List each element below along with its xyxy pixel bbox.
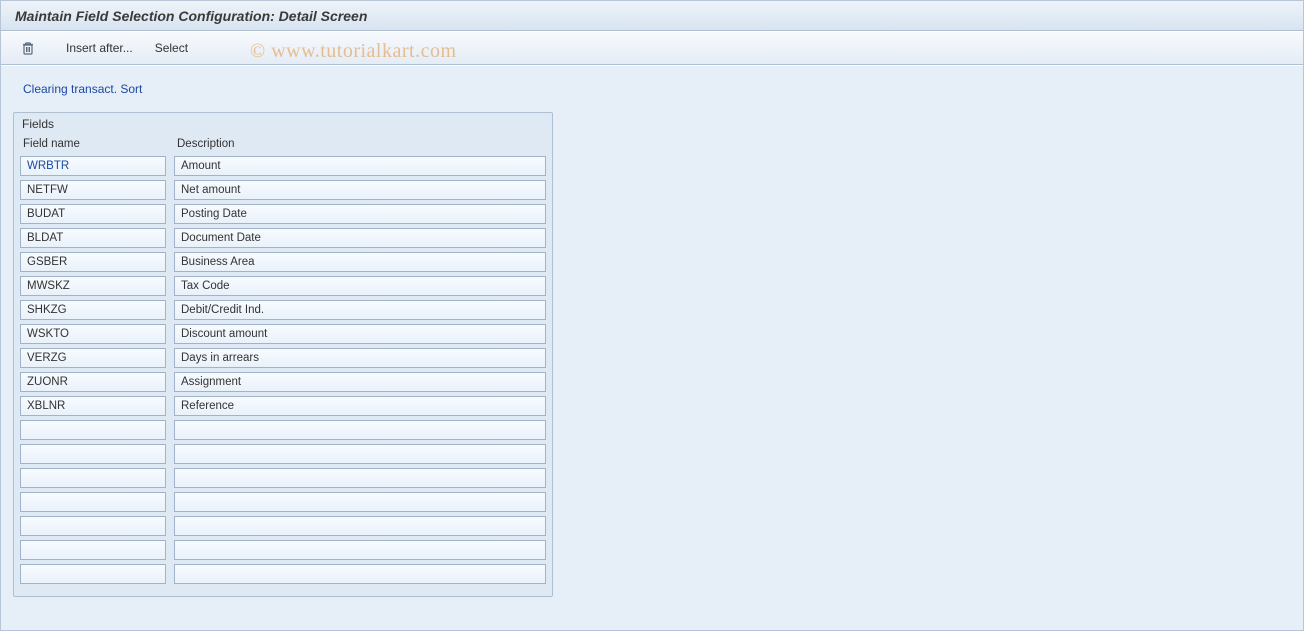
field-name-input[interactable] xyxy=(20,564,166,584)
field-description-input[interactable]: Assignment xyxy=(174,372,546,392)
field-description-input[interactable] xyxy=(174,492,546,512)
field-name-input[interactable] xyxy=(20,492,166,512)
table-row xyxy=(20,540,546,560)
field-name-input[interactable]: GSBER xyxy=(20,252,166,272)
field-description-input[interactable]: Reference xyxy=(174,396,546,416)
field-name-input[interactable]: VERZG xyxy=(20,348,166,368)
grid-body: WRBTR Amount NETFW Net amount BUDAT Posting D… xyxy=(14,156,552,596)
content-area: Clearing transact. Sort Fields Field nam… xyxy=(1,65,1303,630)
field-name-input[interactable]: BLDAT xyxy=(20,228,166,248)
field-description-input[interactable]: Posting Date xyxy=(174,204,546,224)
field-name-input[interactable]: NETFW xyxy=(20,180,166,200)
app-window: Maintain Field Selection Configuration: … xyxy=(0,0,1304,631)
title-bar: Maintain Field Selection Configuration: … xyxy=(1,1,1303,31)
field-name-input[interactable]: MWSKZ xyxy=(20,276,166,296)
trash-icon xyxy=(20,40,36,56)
table-row: BLDAT Document Date xyxy=(20,228,546,248)
insert-after-button[interactable]: Insert after... xyxy=(57,36,142,60)
field-description-input[interactable] xyxy=(174,468,546,488)
table-row xyxy=(20,564,546,584)
table-row: WSKTO Discount amount xyxy=(20,324,546,344)
field-name-input[interactable]: XBLNR xyxy=(20,396,166,416)
field-description-input[interactable] xyxy=(174,516,546,536)
field-description-input[interactable] xyxy=(174,564,546,584)
field-description-input[interactable]: Tax Code xyxy=(174,276,546,296)
field-name-input[interactable]: SHKZG xyxy=(20,300,166,320)
column-header-fieldname: Field name xyxy=(20,138,166,150)
table-row: BUDAT Posting Date xyxy=(20,204,546,224)
table-row: NETFW Net amount xyxy=(20,180,546,200)
table-row: SHKZG Debit/Credit Ind. xyxy=(20,300,546,320)
field-name-input[interactable] xyxy=(20,420,166,440)
table-row: WRBTR Amount xyxy=(20,156,546,176)
table-row xyxy=(20,444,546,464)
page-title: Maintain Field Selection Configuration: … xyxy=(15,8,367,24)
field-name-input[interactable]: ZUONR xyxy=(20,372,166,392)
table-row xyxy=(20,420,546,440)
field-name-input[interactable]: BUDAT xyxy=(20,204,166,224)
field-description-input[interactable]: Business Area xyxy=(174,252,546,272)
table-row xyxy=(20,468,546,488)
field-name-input[interactable]: WSKTO xyxy=(20,324,166,344)
delete-button[interactable] xyxy=(11,36,45,60)
table-row: MWSKZ Tax Code xyxy=(20,276,546,296)
field-name-input[interactable] xyxy=(20,444,166,464)
table-row: XBLNR Reference xyxy=(20,396,546,416)
table-row xyxy=(20,516,546,536)
field-description-input[interactable] xyxy=(174,540,546,560)
field-description-input[interactable] xyxy=(174,444,546,464)
select-button[interactable]: Select xyxy=(146,36,197,60)
table-row: VERZG Days in arrears xyxy=(20,348,546,368)
table-row: ZUONR Assignment xyxy=(20,372,546,392)
field-name-input[interactable] xyxy=(20,540,166,560)
fields-groupbox: Fields Field name Description WRBTR Amoun… xyxy=(13,112,553,597)
field-description-input[interactable]: Days in arrears xyxy=(174,348,546,368)
groupbox-title: Fields xyxy=(14,113,552,135)
field-name-input[interactable] xyxy=(20,468,166,488)
field-description-input[interactable]: Amount xyxy=(174,156,546,176)
field-description-input[interactable]: Document Date xyxy=(174,228,546,248)
column-header-description: Description xyxy=(174,138,546,150)
field-description-input[interactable]: Discount amount xyxy=(174,324,546,344)
breadcrumb: Clearing transact. Sort xyxy=(13,78,1291,112)
field-name-input[interactable] xyxy=(20,516,166,536)
field-description-input[interactable] xyxy=(174,420,546,440)
breadcrumb-text: Clearing transact. Sort xyxy=(23,82,142,96)
toolbar: Insert after... Select xyxy=(1,31,1303,65)
field-description-input[interactable]: Debit/Credit Ind. xyxy=(174,300,546,320)
table-row: GSBER Business Area xyxy=(20,252,546,272)
field-name-input[interactable]: WRBTR xyxy=(20,156,166,176)
table-row xyxy=(20,492,546,512)
grid-header-row: Field name Description xyxy=(14,135,552,156)
field-description-input[interactable]: Net amount xyxy=(174,180,546,200)
